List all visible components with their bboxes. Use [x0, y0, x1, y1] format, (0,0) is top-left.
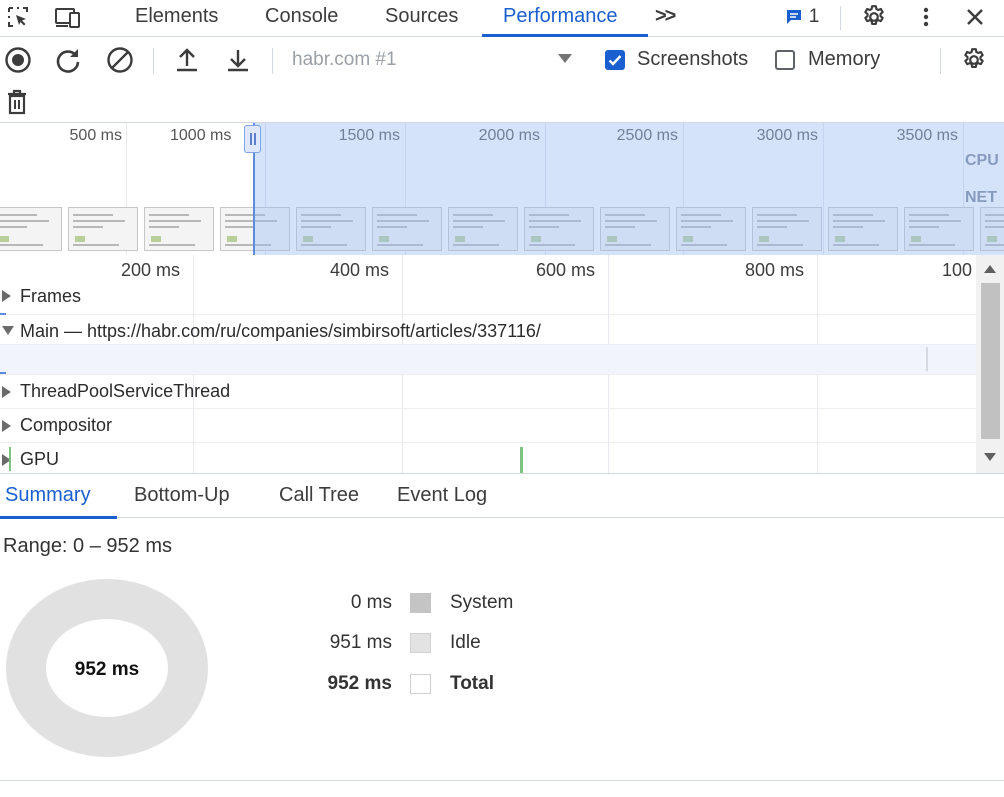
tab-performance[interactable]: Performance — [503, 0, 618, 37]
gpu-task-marker — [520, 447, 523, 473]
message-icon — [786, 10, 801, 24]
active-tab-indicator — [482, 34, 648, 37]
track-label: Compositor — [20, 415, 113, 435]
task-marker — [0, 372, 6, 374]
expand-arrow-icon[interactable] — [2, 386, 11, 398]
summary-donut-chart: 952 ms — [6, 579, 208, 757]
performance-toolbar: habr.com #1 Screenshots Memory — [0, 38, 1004, 123]
checkmark-icon — [608, 55, 622, 66]
screenshot-thumbnail — [0, 207, 62, 251]
track-gpu[interactable]: GPU — [0, 443, 976, 473]
clear-button[interactable] — [104, 44, 136, 76]
clear-icon — [107, 47, 133, 73]
flame-chart[interactable]: 200 ms 400 ms 600 ms 800 ms 100 Frames M… — [0, 255, 976, 473]
scroll-up-icon[interactable] — [984, 265, 996, 273]
gpu-task-marker — [9, 447, 11, 471]
gear-icon — [964, 48, 984, 69]
more-tabs-button[interactable]: >> — [655, 0, 676, 37]
range-label: Range: 0 – 952 ms — [3, 535, 172, 557]
record-button[interactable] — [2, 44, 34, 76]
tab-sources[interactable]: Sources — [385, 0, 458, 37]
divider — [0, 780, 1004, 781]
selection-left-handle[interactable] — [244, 125, 261, 153]
track-main[interactable]: Main — https://habr.com/ru/companies/sim… — [0, 315, 976, 345]
profile-select-value: habr.com #1 — [292, 49, 397, 70]
divider — [940, 48, 941, 74]
track-frames[interactable]: Frames — [0, 283, 976, 315]
track-threadpool[interactable]: ThreadPoolServiceThread — [0, 375, 976, 409]
legend-swatch-system — [410, 593, 431, 613]
divider — [153, 48, 154, 74]
track-compositor[interactable]: Compositor — [0, 409, 976, 443]
task-marker — [926, 347, 928, 371]
tab-summary[interactable]: Summary — [5, 484, 91, 507]
download-icon — [228, 50, 248, 72]
timeline-tick: 400 ms — [330, 260, 390, 280]
legend-label: System — [450, 592, 514, 613]
track-label: Main — https://habr.com/ru/companies/sim… — [20, 321, 541, 341]
track-label: GPU — [20, 449, 60, 469]
more-options-icon[interactable] — [912, 4, 940, 30]
devtools-tab-bar: Elements Console Sources Performance >> … — [0, 0, 1004, 37]
record-icon — [5, 47, 31, 73]
tab-bottom-up[interactable]: Bottom-Up — [134, 484, 230, 507]
issues-button[interactable]: 1 — [782, 4, 822, 30]
legend-value: 0 ms — [350, 592, 392, 613]
legend-swatch-total — [410, 674, 431, 694]
expand-arrow-icon[interactable] — [2, 290, 11, 302]
memory-checkbox[interactable] — [775, 50, 795, 70]
track-label: ThreadPoolServiceThread — [20, 381, 231, 401]
timeline-scrollbar[interactable] — [976, 255, 1004, 473]
save-profile-button[interactable] — [222, 44, 254, 76]
tab-event-log[interactable]: Event Log — [397, 484, 487, 507]
reload-icon — [56, 49, 80, 73]
donut-total-label: 952 ms — [75, 659, 139, 680]
tab-call-tree[interactable]: Call Tree — [279, 484, 359, 507]
collapse-arrow-icon[interactable] — [2, 326, 14, 335]
track-label: Frames — [20, 286, 82, 306]
divider — [840, 6, 841, 30]
device-toolbar-icon[interactable] — [54, 4, 82, 30]
inspect-element-icon[interactable] — [4, 4, 32, 30]
legend-label-total: Total — [450, 673, 494, 694]
timeline-tick: 200 ms — [121, 260, 181, 280]
legend-value-total: 952 ms — [327, 673, 392, 694]
legend-swatch-idle — [410, 633, 431, 653]
timeline-tick: 800 ms — [745, 260, 805, 280]
overview-tick: 1000 ms — [170, 127, 232, 144]
screenshot-thumbnail — [144, 207, 214, 251]
legend-label: Idle — [450, 632, 481, 653]
tab-elements[interactable]: Elements — [135, 0, 218, 37]
delete-recording-button[interactable] — [1, 86, 33, 118]
divider — [272, 48, 273, 74]
reload-profile-button[interactable] — [52, 44, 84, 76]
scroll-thumb[interactable] — [981, 283, 1000, 439]
overview-tick: 500 ms — [69, 127, 122, 144]
capture-settings-button[interactable] — [958, 44, 990, 76]
profile-select[interactable]: habr.com #1 — [292, 48, 576, 76]
expand-arrow-icon[interactable] — [2, 420, 11, 432]
selection-range[interactable] — [254, 123, 1004, 255]
upload-icon — [177, 48, 197, 72]
main-thread-lane — [0, 345, 976, 375]
load-profile-button[interactable] — [171, 44, 203, 76]
tab-console[interactable]: Console — [265, 0, 338, 37]
timeline-overview[interactable]: 500 ms 1000 ms 1500 ms 2000 ms 2500 ms 3… — [0, 123, 1004, 255]
settings-gear-icon[interactable] — [860, 4, 888, 30]
active-tab-indicator — [0, 516, 117, 519]
memory-label[interactable]: Memory — [808, 48, 880, 71]
details-tab-bar: Summary Bottom-Up Call Tree Event Log — [0, 473, 1004, 519]
timeline-tick: 100 — [942, 260, 973, 280]
trash-icon — [8, 89, 26, 115]
screenshots-checkbox[interactable] — [605, 50, 625, 70]
chevron-down-icon — [558, 54, 572, 63]
screenshot-thumbnail — [68, 207, 138, 251]
legend-value: 951 ms — [329, 632, 392, 653]
close-icon[interactable] — [961, 4, 989, 30]
issues-count: 1 — [808, 6, 820, 27]
screenshots-label[interactable]: Screenshots — [637, 48, 748, 71]
scroll-down-icon[interactable] — [984, 453, 996, 461]
timeline-tick: 600 ms — [536, 260, 596, 280]
